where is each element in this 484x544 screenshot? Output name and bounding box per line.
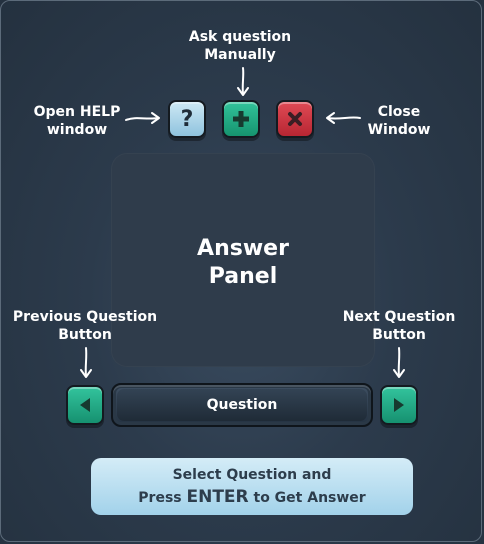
- close-button[interactable]: [276, 100, 314, 138]
- close-window-label-line1: Close: [377, 104, 421, 120]
- ask-question-button[interactable]: [222, 100, 260, 138]
- arrow-right-icon: [125, 112, 160, 124]
- next-question-label-line1: Next Question: [342, 309, 456, 325]
- question-selector[interactable]: Question: [111, 383, 373, 427]
- triangle-right-icon: [394, 398, 404, 412]
- instruction-line2: Press ENTER to Get Answer: [91, 486, 413, 509]
- instruction-line2-pre: Press: [138, 490, 187, 506]
- ask-question-label-line1: Ask question: [188, 29, 292, 45]
- arrow-down-icon: [80, 347, 92, 378]
- enter-key-label: ENTER: [186, 487, 249, 507]
- ask-question-label: Ask question Manually: [175, 28, 305, 64]
- previous-question-label-line2: Button: [58, 327, 112, 343]
- arrow-left-icon: [326, 112, 361, 124]
- arrow-down-icon: [393, 347, 405, 378]
- open-help-label-line2: window: [46, 122, 108, 138]
- question-mark-icon: ?: [180, 106, 194, 132]
- question-selector-label: Question: [206, 397, 278, 413]
- previous-question-label-line1: Previous Question: [12, 309, 158, 325]
- next-question-label: Next Question Button: [336, 308, 462, 344]
- close-icon: [288, 112, 302, 126]
- triangle-left-icon: [80, 398, 90, 412]
- help-button[interactable]: ?: [168, 100, 206, 138]
- answer-panel-title-line1: Answer: [197, 236, 289, 261]
- close-window-label: Close Window: [354, 103, 444, 139]
- plus-icon: [233, 111, 249, 127]
- instruction-box: Select Question and Press ENTER to Get A…: [91, 458, 413, 515]
- close-window-label-line2: Window: [367, 122, 431, 138]
- instruction-line1: Select Question and: [172, 467, 332, 483]
- next-question-button[interactable]: [380, 385, 418, 425]
- ask-question-label-line2: Manually: [204, 47, 276, 63]
- answer-panel-title: Answer Panel: [111, 235, 375, 291]
- open-help-label-line1: Open HELP: [33, 104, 121, 120]
- open-help-label: Open HELP window: [22, 103, 132, 139]
- answer-panel-title-line2: Panel: [208, 264, 278, 289]
- next-question-label-line2: Button: [372, 327, 426, 343]
- previous-question-button[interactable]: [66, 385, 104, 425]
- previous-question-label: Previous Question Button: [8, 308, 162, 344]
- instruction-line2-post: to Get Answer: [248, 490, 366, 506]
- arrow-down-icon: [237, 67, 249, 96]
